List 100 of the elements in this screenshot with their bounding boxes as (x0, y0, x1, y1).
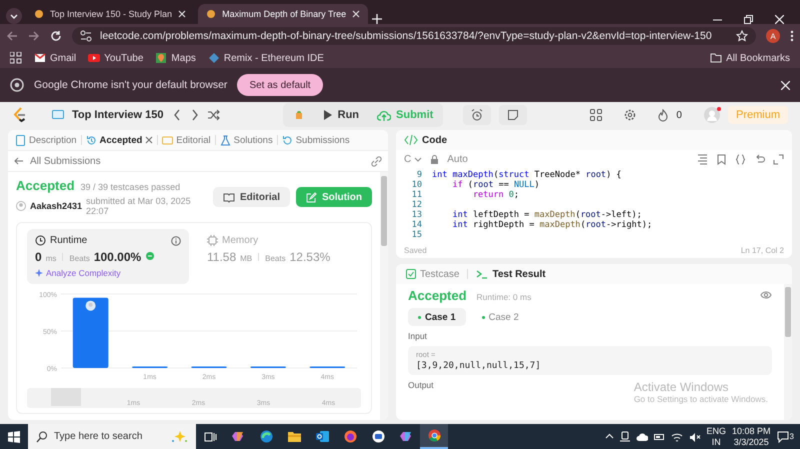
settings-icon[interactable] (624, 109, 636, 121)
testcases-passed: 39 / 39 testcases passed (80, 182, 180, 192)
all-submissions-link[interactable]: All Submissions (30, 156, 365, 166)
mail-app-icon (316, 430, 328, 443)
video-play-icon (88, 52, 100, 64)
flask-icon (220, 134, 231, 146)
notifications-button[interactable]: 3 (776, 430, 794, 442)
study-plan-title[interactable]: Top Interview 150 (72, 109, 164, 121)
panel-tab[interactable]: Submissions (278, 131, 353, 149)
user-avatar[interactable] (704, 107, 720, 123)
format-icon[interactable] (697, 154, 708, 164)
editorial-button[interactable]: Editorial (212, 187, 290, 207)
scrollbar[interactable] (380, 172, 388, 420)
favicon-icon (34, 9, 44, 19)
layout-grid-icon[interactable] (590, 109, 602, 121)
cloud-upload-icon (377, 108, 392, 122)
submission-status: Accepted (16, 178, 75, 193)
activation-notice-message: Go to Settings to activate Windows. (634, 394, 768, 404)
eye-icon[interactable] (760, 290, 772, 300)
speaker-muted-icon[interactable] (688, 432, 700, 442)
save-status: Saved (404, 246, 427, 254)
line-number: 12 (410, 200, 423, 210)
profile-avatar[interactable]: A (766, 29, 780, 43)
link-icon[interactable] (371, 156, 382, 166)
back-arrow-icon[interactable] (14, 156, 24, 166)
bookmark-item[interactable]: Gmail (34, 52, 76, 64)
sparkle-icon (171, 430, 188, 443)
clock[interactable]: 10:08 PM 3/3/2025 (732, 426, 771, 448)
next-chevron-icon[interactable] (190, 109, 200, 121)
previous-chevron-icon[interactable] (172, 109, 182, 121)
tab-list-dropdown-icon[interactable] (6, 8, 22, 24)
code-line: int rightDepth = maxDepth(root->right); (451, 220, 652, 230)
username[interactable]: Aakash2431 (30, 201, 82, 211)
beats-percentage: 100.00% (94, 250, 142, 264)
metric-unit: ms (46, 254, 56, 263)
beats-label: Beats (265, 254, 286, 263)
language-selector[interactable]: C (404, 154, 422, 164)
mode-label[interactable]: Auto (447, 154, 468, 164)
wifi-icon[interactable] (670, 432, 682, 442)
undo-icon[interactable] (754, 154, 765, 164)
bookmark-item[interactable]: Maps (155, 52, 196, 64)
new-tab-icon[interactable] (372, 14, 382, 24)
test-case-tab[interactable]: Case 2 (472, 308, 529, 326)
notes-button[interactable] (499, 105, 528, 125)
result-status: Accepted (408, 288, 467, 303)
address-bar[interactable]: leetcode.com/problems/maximum-depth-of-binary-tree/submissions/1561633784/?envType=study-plan-v2&envId=top-interview-150 (72, 27, 756, 45)
clock-icon (35, 235, 46, 246)
info-icon[interactable] (171, 236, 181, 246)
reload-icon[interactable] (50, 30, 62, 42)
expand-icon[interactable] (773, 154, 784, 164)
document-icon (15, 134, 26, 146)
line-number: 14 (410, 220, 423, 230)
bookmark-icon[interactable] (716, 154, 727, 164)
book-icon (162, 134, 174, 146)
apps-grid-icon[interactable] (10, 52, 22, 64)
back-arrow-icon[interactable] (6, 30, 18, 42)
forward-arrow-icon[interactable] (28, 30, 40, 42)
beats-percentage: 12.53% (290, 250, 330, 264)
input-label: Input (408, 331, 428, 341)
runtime-metric-card[interactable]: Runtime 0 ms Beats 100.00% Analyze Complexity (27, 229, 189, 284)
language-indicator[interactable]: ENG IN (706, 426, 726, 448)
test-case-tab[interactable]: Case 1 (408, 308, 466, 326)
set-default-button[interactable]: Set as default (237, 74, 323, 96)
site-info-icon[interactable] (80, 30, 92, 42)
line-number: 11 (410, 190, 423, 200)
braces-icon[interactable] (735, 154, 746, 164)
panel-tab[interactable]: Editorial (159, 131, 214, 149)
bookmark-item[interactable]: Remix - Ethereum IDE (208, 52, 324, 64)
shuffle-icon[interactable] (208, 109, 220, 121)
flame-icon[interactable] (658, 108, 668, 122)
cursor-position: Ln 17, Col 2 (740, 246, 784, 254)
all-bookmarks-item[interactable]: All Bookmarks (710, 52, 790, 64)
more-menu-icon[interactable] (790, 30, 794, 42)
panel-title: Code (422, 134, 447, 146)
chevron-up-icon[interactable] (604, 433, 614, 440)
cloud-icon[interactable] (636, 432, 648, 442)
battery-icon[interactable] (654, 432, 664, 442)
streak-count: 0 (676, 110, 682, 120)
taskbar-search-field[interactable]: Type here to search (28, 424, 196, 449)
panel-tab[interactable]: Test Result (474, 268, 548, 280)
restore-icon[interactable] (744, 15, 753, 24)
bookmark-item[interactable]: YouTube (88, 52, 144, 64)
analyze-complexity-link[interactable]: Analyze Complexity (35, 268, 181, 278)
checkbox-icon (406, 269, 416, 279)
output-label: Output (408, 380, 434, 390)
browser-tab[interactable]: Top Interview 150 - Study Plan (26, 4, 194, 24)
note-icon (507, 109, 520, 121)
panel-tab[interactable]: Description (12, 131, 80, 149)
code-line: int leftDepth = maxDepth(root->left); (451, 210, 642, 220)
scrollbar[interactable] (784, 284, 792, 420)
panel-tab[interactable]: Solutions (216, 131, 276, 149)
favicon-icon (206, 9, 216, 19)
metric-unit: MB (240, 254, 252, 263)
timer-button[interactable] (463, 105, 492, 125)
star-icon[interactable] (736, 30, 748, 42)
code-editor[interactable]: 9 int maxDepth(struct TreeNode* root) { 10 if (root == NULL) 11 return 0; 12 13 int leftDepth = maxDepth(root->left); 14 int rightDepth = maxDepth(root->right); 15 (396, 168, 792, 242)
browser-tab[interactable]: Maximum Depth of Binary Tree (198, 4, 368, 24)
line-number: 10 (410, 180, 423, 190)
panel-tab[interactable]: Accepted (82, 131, 156, 149)
history-icon (282, 134, 293, 146)
